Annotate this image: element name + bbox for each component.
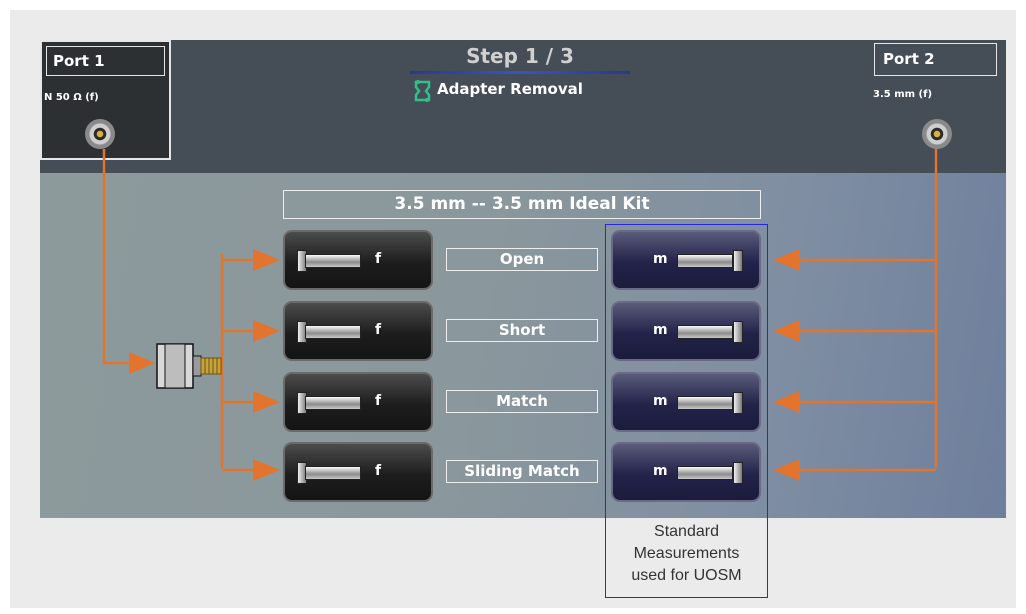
annotation-line-2: Measurements bbox=[633, 545, 740, 562]
sliding-match-female-button[interactable]: f bbox=[283, 442, 433, 502]
annotation-line-1: Standard bbox=[654, 523, 719, 540]
short-female-button[interactable]: f bbox=[283, 301, 433, 361]
sex-label: f bbox=[375, 322, 382, 338]
standard-label-sliding-match: Sliding Match bbox=[446, 460, 598, 483]
connection-lines bbox=[102, 149, 938, 481]
annotation-line-3: used for UOSM bbox=[631, 567, 742, 584]
standard-label-match: Match bbox=[446, 390, 598, 413]
standard-label-short: Short bbox=[446, 319, 598, 342]
sex-label: f bbox=[375, 251, 382, 267]
standard-label-open: Open bbox=[446, 248, 598, 271]
open-female-button[interactable]: f bbox=[283, 230, 433, 290]
match-female-button[interactable]: f bbox=[283, 372, 433, 432]
sex-label: f bbox=[375, 393, 382, 409]
uosm-annotation: Standard Measurements used for UOSM bbox=[605, 521, 768, 587]
adapter-device-icon bbox=[156, 343, 222, 389]
sex-label: f bbox=[375, 463, 382, 479]
